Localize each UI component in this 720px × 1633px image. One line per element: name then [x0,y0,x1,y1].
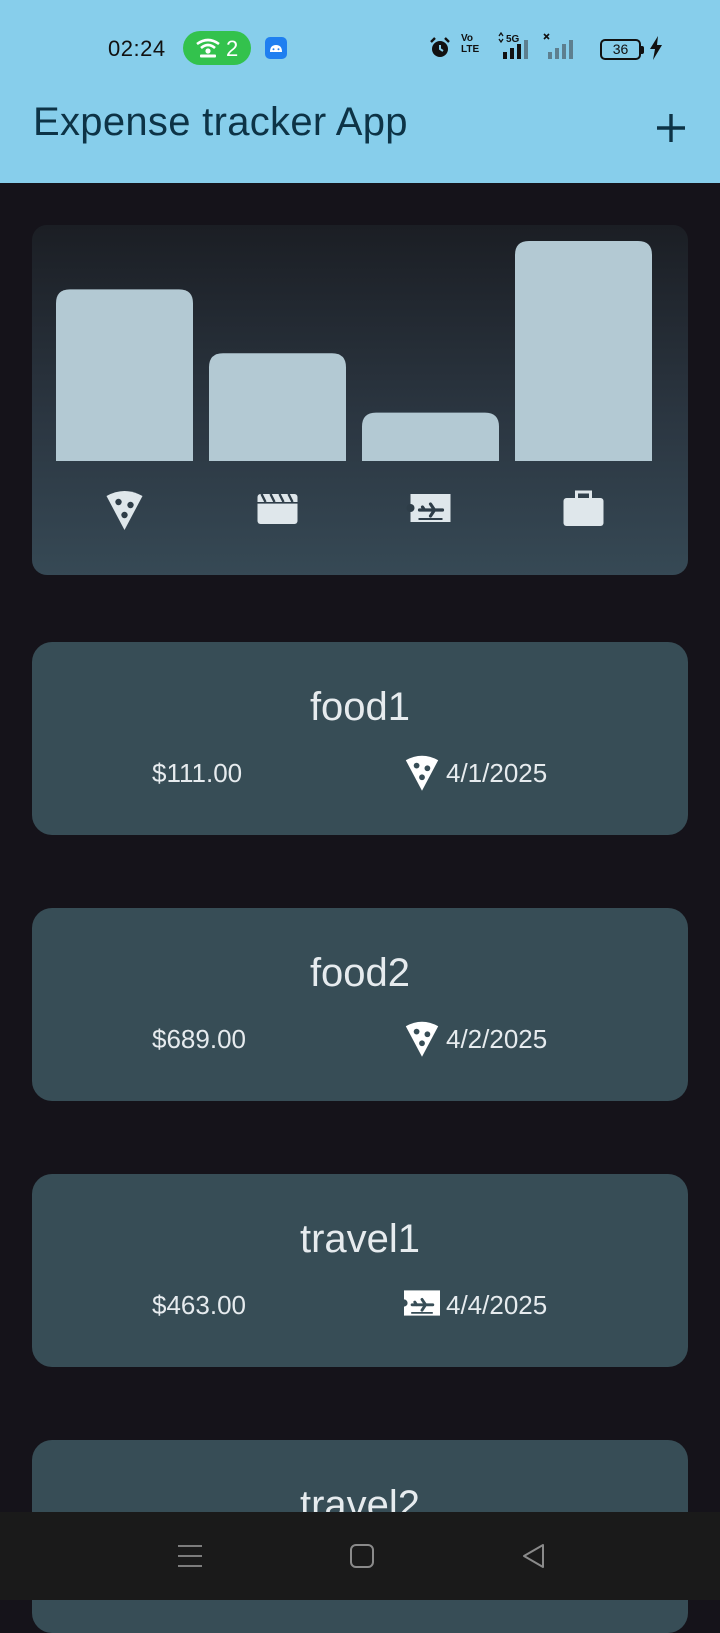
briefcase-icon [563,490,604,526]
battery-icon: 36 [600,39,641,60]
chart-bar-food [56,289,193,461]
chart-bar-work [515,241,652,461]
plus-icon [657,114,685,142]
expense-amount: $111.00 [152,758,243,788]
pizza-icon [106,491,143,530]
chart-bar-travel [362,412,499,461]
expense-card[interactable]: travel1 $463.00 4/4/2025 [32,1174,688,1367]
home-icon [350,1544,374,1568]
flight-ticket-icon [406,494,451,522]
pizza-icon [405,1021,439,1057]
expense-amount: $463.00 [152,1290,246,1320]
back-icon [523,1544,544,1568]
expense-card[interactable]: food1 $111.00 4/1/2025 [32,642,688,835]
expense-date: 4/2/2025 [446,1024,548,1054]
expense-date: 4/4/2025 [446,1290,548,1320]
add-expense-button[interactable] [651,108,691,148]
home-button[interactable] [302,1512,422,1600]
menu-icon [178,1545,202,1567]
expense-title: food2 [309,951,411,995]
recent-apps-button[interactable] [130,1512,250,1600]
expense-amount: $689.00 [152,1024,246,1054]
hotspot-icon [196,38,220,58]
signal-5g-icon: 5G [498,32,528,59]
signal-no-service-icon [543,33,573,59]
expense-card[interactable]: food2 $689.00 4/2/2025 [32,908,688,1101]
chart-canvas [56,241,652,530]
status-time: 02:24 [108,36,166,61]
status-bar: 02:24 2 Vo LTE 5G 36 [0,28,720,70]
svg-text:5G: 5G [506,34,520,45]
app-header: 02:24 2 Vo LTE 5G 36 Expense tracker App [0,0,720,183]
volte-indicator: Vo LTE [461,33,480,55]
expense-chart [32,225,688,575]
expense-title: food1 [309,685,411,729]
expense-date: 4/1/2025 [446,758,548,788]
android-icon [265,37,287,59]
pizza-icon [405,755,439,791]
charging-bolt-icon [650,36,662,60]
hotspot-count: 2 [226,36,239,61]
flight-ticket-icon [402,1290,440,1316]
expense-title: travel1 [299,1217,421,1261]
chart-bar-leisure [209,353,346,461]
back-button[interactable] [474,1512,594,1600]
app-title: Expense tracker App [33,100,408,144]
hotspot-badge: 2 [183,31,251,65]
alarm-icon [430,37,450,57]
movie-clapper-icon [257,493,298,524]
system-nav-bar [0,1512,720,1600]
battery-tip [641,46,644,54]
